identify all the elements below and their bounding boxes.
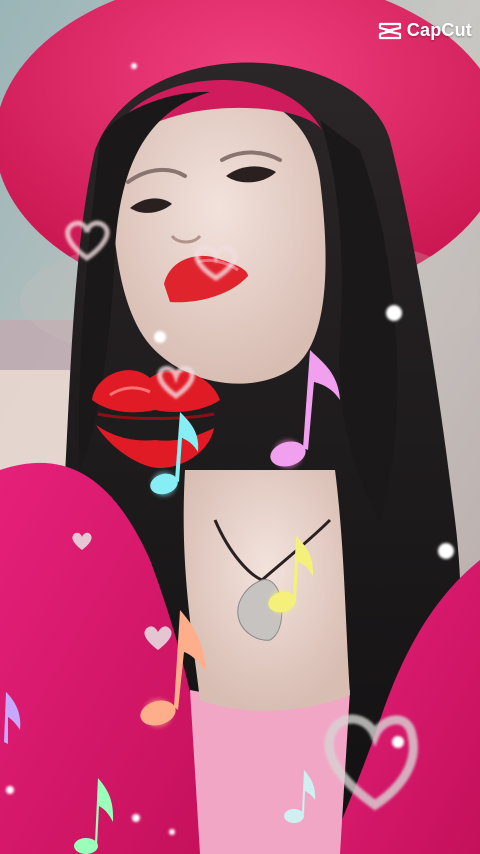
sparkle-dot-icon <box>154 331 166 343</box>
video-scene <box>0 0 480 854</box>
sparkle-dot-icon <box>392 736 404 748</box>
sparkle-dot-icon <box>438 543 454 559</box>
capcut-logo-icon <box>378 22 402 40</box>
sparkle-dot-icon <box>169 829 175 835</box>
sparkle-dot-icon <box>6 786 14 794</box>
capcut-watermark: CapCut <box>378 20 472 41</box>
video-frame: CapCut <box>0 0 480 854</box>
sparkle-dot-icon <box>131 63 137 69</box>
watermark-text: CapCut <box>406 20 472 40</box>
sparkle-dot-icon <box>386 305 402 321</box>
sparkle-dot-icon <box>132 814 140 822</box>
top <box>190 690 350 854</box>
